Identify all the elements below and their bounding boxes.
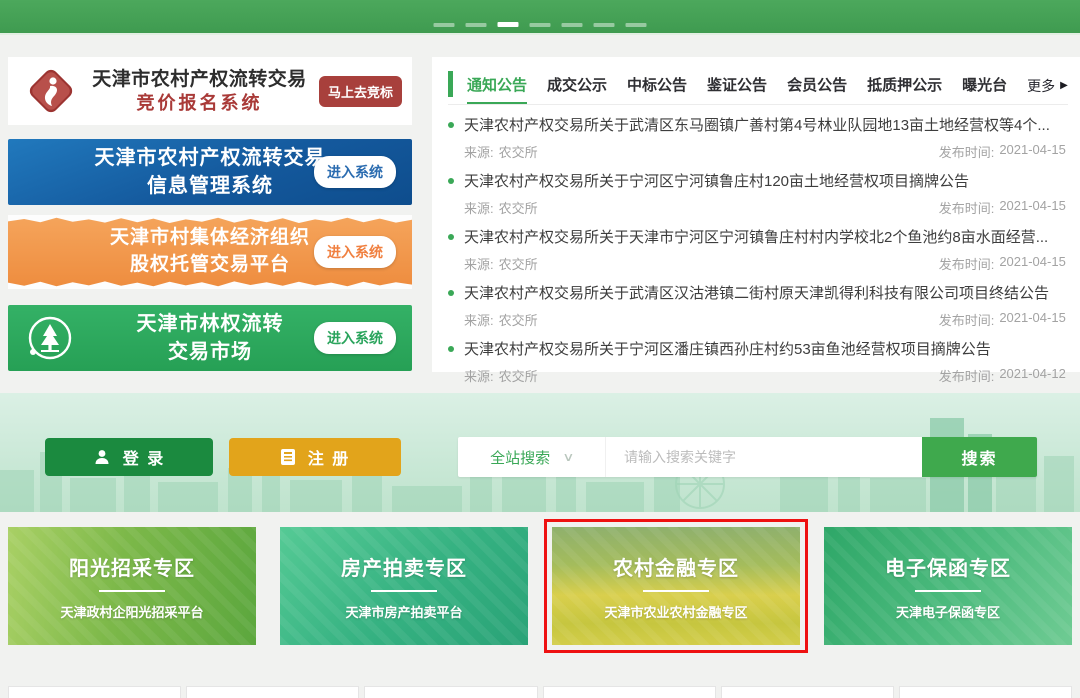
carousel-dot-active[interactable] (498, 22, 519, 27)
hero-search-banner: 登 录 注 册 全站搜索 ∨ 搜索 (0, 393, 1080, 512)
equity-trusteeship-banner[interactable]: 天津市村集体经济组织 股权托管交易平台 进入系统 (8, 215, 412, 289)
divider (915, 590, 981, 592)
zone-property-auction[interactable]: 房产拍卖专区 天津市房产拍卖平台 (280, 527, 528, 645)
partner-box[interactable] (186, 686, 359, 698)
main-content: 天津市农村产权流转交易 竞价报名系统 马上去竞标 天津市农村产权流转交易 信息管… (0, 57, 1080, 372)
user-icon (93, 448, 111, 466)
zone-cards-row: 阳光招采专区 天津政村企阳光招采平台 房产拍卖专区 天津市房产拍卖平台 农村金融… (0, 527, 1080, 645)
enter-system-button[interactable]: 进入系统 (314, 322, 396, 354)
id-card-icon (280, 448, 296, 466)
divider (99, 590, 165, 592)
search-scope-select[interactable]: 全站搜索 ∨ (458, 437, 606, 477)
news-meta: 来源:农交所 发布时间:2021-04-15 (448, 191, 1068, 217)
more-arrow-icon: ▶ (1060, 80, 1068, 91)
bidding-system-card: 天津市农村产权流转交易 竞价报名系统 马上去竞标 (8, 57, 412, 125)
carousel-dot[interactable] (594, 23, 615, 27)
partner-box[interactable] (8, 686, 181, 698)
partner-box[interactable] (364, 686, 537, 698)
register-button[interactable]: 注 册 (229, 438, 401, 476)
tab-authentication[interactable]: 鉴证公告 (707, 67, 767, 104)
search-input[interactable] (606, 437, 922, 477)
forest-rights-market-banner[interactable]: 天津市林权流转 交易市场 进入系统 (8, 305, 412, 371)
tab-member[interactable]: 会员公告 (787, 67, 847, 104)
carousel-dot[interactable] (530, 23, 551, 27)
zone-sunshine-procurement[interactable]: 阳光招采专区 天津政村企阳光招采平台 (8, 527, 256, 645)
list-item: 天津农村产权交易所关于武清区汉沽港镇二街村原天津凯得利科技有限公司项目终结公告 … (448, 282, 1068, 329)
bullet-icon (448, 290, 454, 296)
carousel-dot[interactable] (434, 23, 455, 27)
zone-rural-finance[interactable]: 农村金融专区 天津市农业农村金融专区 (552, 527, 800, 645)
brand-text: 天津市农村产权流转交易 竞价报名系统 (80, 68, 319, 114)
bullet-icon (448, 122, 454, 128)
notice-tabs: 通知公告 成交公示 中标公告 鉴证公告 会员公告 抵质押公示 曝光台 更多 ▶ (448, 67, 1068, 105)
enter-system-button[interactable]: 进入系统 (314, 156, 396, 188)
bullet-icon (448, 234, 454, 240)
torn-paper-edge (8, 281, 412, 289)
list-item: 天津农村产权交易所关于宁河区宁河镇鲁庄村120亩土地经营权项目摘牌公告 来源:农… (448, 170, 1068, 217)
carousel-dot[interactable] (626, 23, 647, 27)
brand-system-name: 竞价报名系统 (80, 92, 319, 115)
banner-title: 天津市村集体经济组织 股权托管交易平台 (110, 225, 310, 278)
tab-exposure[interactable]: 曝光台 (962, 67, 1007, 104)
news-meta: 来源:农交所 发布时间:2021-04-12 (448, 359, 1068, 385)
tab-accent-bar (448, 71, 453, 97)
partner-box[interactable] (543, 686, 716, 698)
list-item: 天津农村产权交易所关于武清区东马圈镇广善村第4号林业队园地13亩土地经营权等4个… (448, 114, 1068, 161)
bullet-icon (448, 346, 454, 352)
login-button[interactable]: 登 录 (45, 438, 213, 476)
divider (371, 590, 437, 592)
bullet-icon (448, 178, 454, 184)
go-bid-button[interactable]: 马上去竞标 (319, 76, 402, 107)
partner-links-row (0, 686, 1080, 698)
top-banner-bar (0, 0, 1080, 35)
partner-box[interactable] (721, 686, 894, 698)
info-management-system-banner[interactable]: 天津市农村产权流转交易 信息管理系统 进入系统 (8, 139, 412, 205)
banner-title: 天津市林权流转 交易市场 (137, 310, 284, 366)
highlight-annotation-box (544, 519, 808, 653)
banner-title: 天津市农村产权流转交易 信息管理系统 (95, 144, 326, 200)
left-column: 天津市农村产权流转交易 竞价报名系统 马上去竞标 天津市农村产权流转交易 信息管… (8, 57, 412, 371)
enter-system-button[interactable]: 进入系统 (314, 236, 396, 268)
carousel-dot[interactable] (466, 23, 487, 27)
tab-notice[interactable]: 通知公告 (467, 67, 527, 104)
tab-pledge[interactable]: 抵质押公示 (867, 67, 942, 104)
tree-icon (24, 312, 76, 364)
news-title-link[interactable]: 天津农村产权交易所关于天津市宁河区宁河镇鲁庄村村内学校北2个鱼池约8亩水面经营.… (448, 226, 1068, 247)
news-title-link[interactable]: 天津农村产权交易所关于宁河区宁河镇鲁庄村120亩土地经营权项目摘牌公告 (448, 170, 1068, 191)
search-button[interactable]: 搜索 (922, 437, 1037, 477)
search-bar: 全站搜索 ∨ 搜索 (458, 437, 1037, 477)
news-title-link[interactable]: 天津农村产权交易所关于武清区东马圈镇广善村第4号林业队园地13亩土地经营权等4个… (448, 114, 1068, 135)
news-title-link[interactable]: 天津农村产权交易所关于宁河区潘庄镇西孙庄村约53亩鱼池经营权项目摘牌公告 (448, 338, 1068, 359)
partner-box[interactable] (899, 686, 1072, 698)
news-meta: 来源:农交所 发布时间:2021-04-15 (448, 303, 1068, 329)
list-item: 天津农村产权交易所关于天津市宁河区宁河镇鲁庄村村内学校北2个鱼池约8亩水面经营.… (448, 226, 1068, 273)
carousel-indicators (434, 22, 647, 27)
site-logo-icon (22, 62, 80, 120)
divider (643, 590, 709, 592)
brand-name: 天津市农村产权流转交易 (80, 68, 319, 92)
list-item: 天津农村产权交易所关于宁河区潘庄镇西孙庄村约53亩鱼池经营权项目摘牌公告 来源:… (448, 338, 1068, 385)
torn-paper-edge (8, 215, 412, 223)
chevron-down-icon: ∨ (562, 450, 574, 464)
tab-winning-bid[interactable]: 中标公告 (627, 67, 687, 104)
news-meta: 来源:农交所 发布时间:2021-04-15 (448, 135, 1068, 161)
news-title-link[interactable]: 天津农村产权交易所关于武清区汉沽港镇二街村原天津凯得利科技有限公司项目终结公告 (448, 282, 1068, 303)
zone-e-guarantee[interactable]: 电子保函专区 天津电子保函专区 (824, 527, 1072, 645)
news-meta: 来源:农交所 发布时间:2021-04-15 (448, 247, 1068, 273)
notice-panel: 通知公告 成交公示 中标公告 鉴证公告 会员公告 抵质押公示 曝光台 更多 ▶ … (432, 57, 1080, 372)
more-link[interactable]: 更多 ▶ (1027, 67, 1068, 104)
carousel-dot[interactable] (562, 23, 583, 27)
hero-content: 登 录 注 册 全站搜索 ∨ 搜索 (45, 437, 1037, 477)
tab-deal-publicity[interactable]: 成交公示 (547, 67, 607, 104)
